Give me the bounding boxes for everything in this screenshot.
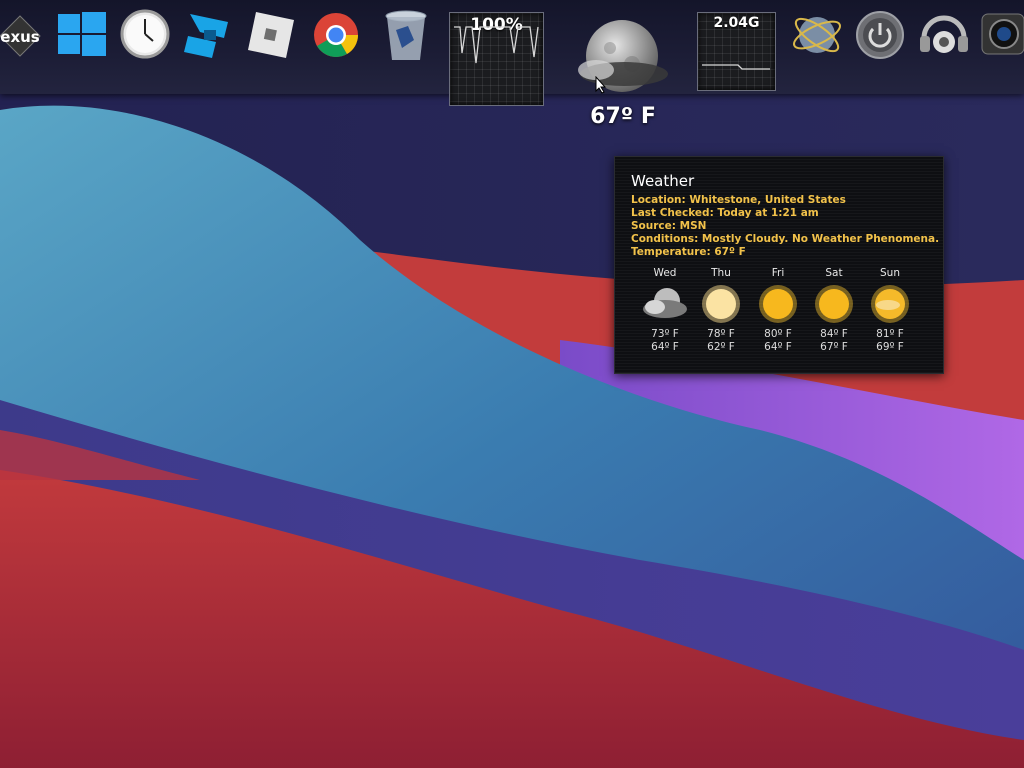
network-meter-widget[interactable]: 2.04G	[697, 12, 776, 91]
weather-location: Location: Whitestone, United States	[631, 194, 846, 206]
cpu-graph	[454, 26, 539, 64]
nexus-logo-icon[interactable]: exus	[0, 8, 44, 86]
forecast-day-label: Sat	[825, 267, 843, 279]
forecast-low: 62º F	[707, 341, 735, 353]
forecast-day: Sun 81º F 69º F	[862, 267, 918, 354]
cpu-meter-widget[interactable]: 100%	[449, 12, 544, 106]
forecast-day-label: Wed	[653, 267, 677, 279]
forecast-day: Wed 73º F 64º F	[637, 267, 693, 354]
forecast-high: 80º F	[764, 328, 792, 340]
cloud-moon-icon	[643, 288, 687, 318]
weather-last-checked: Last Checked: Today at 1:21 am	[631, 207, 819, 219]
forecast-low: 67º F	[820, 341, 848, 353]
forecast-low: 69º F	[876, 341, 904, 353]
forecast-day: Sat 84º F 67º F	[806, 267, 862, 354]
forecast-day-label: Thu	[711, 267, 731, 279]
forecast-day-label: Sun	[880, 267, 900, 279]
forecast-day: Fri 80º F 64º F	[750, 267, 806, 354]
forecast-high: 73º F	[651, 328, 679, 340]
weather-panel: Weather Location: Whitestone, United Sta…	[614, 156, 944, 374]
power-icon[interactable]	[852, 8, 908, 86]
weather-temperature: 67º F	[590, 104, 656, 129]
svg-text:exus: exus	[0, 28, 40, 46]
forecast-day: Thu 78º F 62º F	[693, 267, 749, 354]
sun-icon	[759, 285, 797, 323]
weather-dock-icon[interactable]	[566, 14, 678, 94]
roblox-icon[interactable]	[242, 8, 298, 86]
weather-source: Source: MSN	[631, 220, 707, 232]
camera-icon[interactable]	[980, 8, 1024, 86]
mouse-cursor-icon	[595, 76, 607, 94]
partly-sunny-icon	[871, 285, 909, 323]
hazy-sun-icon	[702, 285, 740, 323]
forecast-day-label: Fri	[771, 267, 785, 279]
speaker-icon[interactable]	[916, 8, 972, 86]
forecast-high: 84º F	[820, 328, 848, 340]
windows-start-icon[interactable]	[54, 8, 110, 86]
chrome-icon[interactable]	[308, 8, 364, 86]
forecast-low: 64º F	[764, 341, 792, 353]
weather-temperature-line: Temperature: 67º F	[631, 246, 746, 258]
clock-icon[interactable]	[117, 8, 173, 86]
weather-conditions: Conditions: Mostly Cloudy. No Weather Ph…	[631, 233, 940, 245]
forecast-high: 78º F	[707, 328, 735, 340]
forecast-low: 64º F	[651, 341, 679, 353]
forecast-high: 81º F	[876, 328, 904, 340]
recycle-bin-icon[interactable]	[378, 8, 434, 86]
weather-panel-title: Weather	[631, 172, 695, 190]
desktop-wallpaper	[0, 0, 1024, 768]
top-dock: exus 100% 67º F 2.04G	[0, 0, 1024, 129]
network-graph	[702, 64, 770, 70]
globe-icon[interactable]	[790, 8, 846, 86]
sun-icon	[815, 285, 853, 323]
roblox-studio-icon[interactable]	[180, 8, 236, 86]
